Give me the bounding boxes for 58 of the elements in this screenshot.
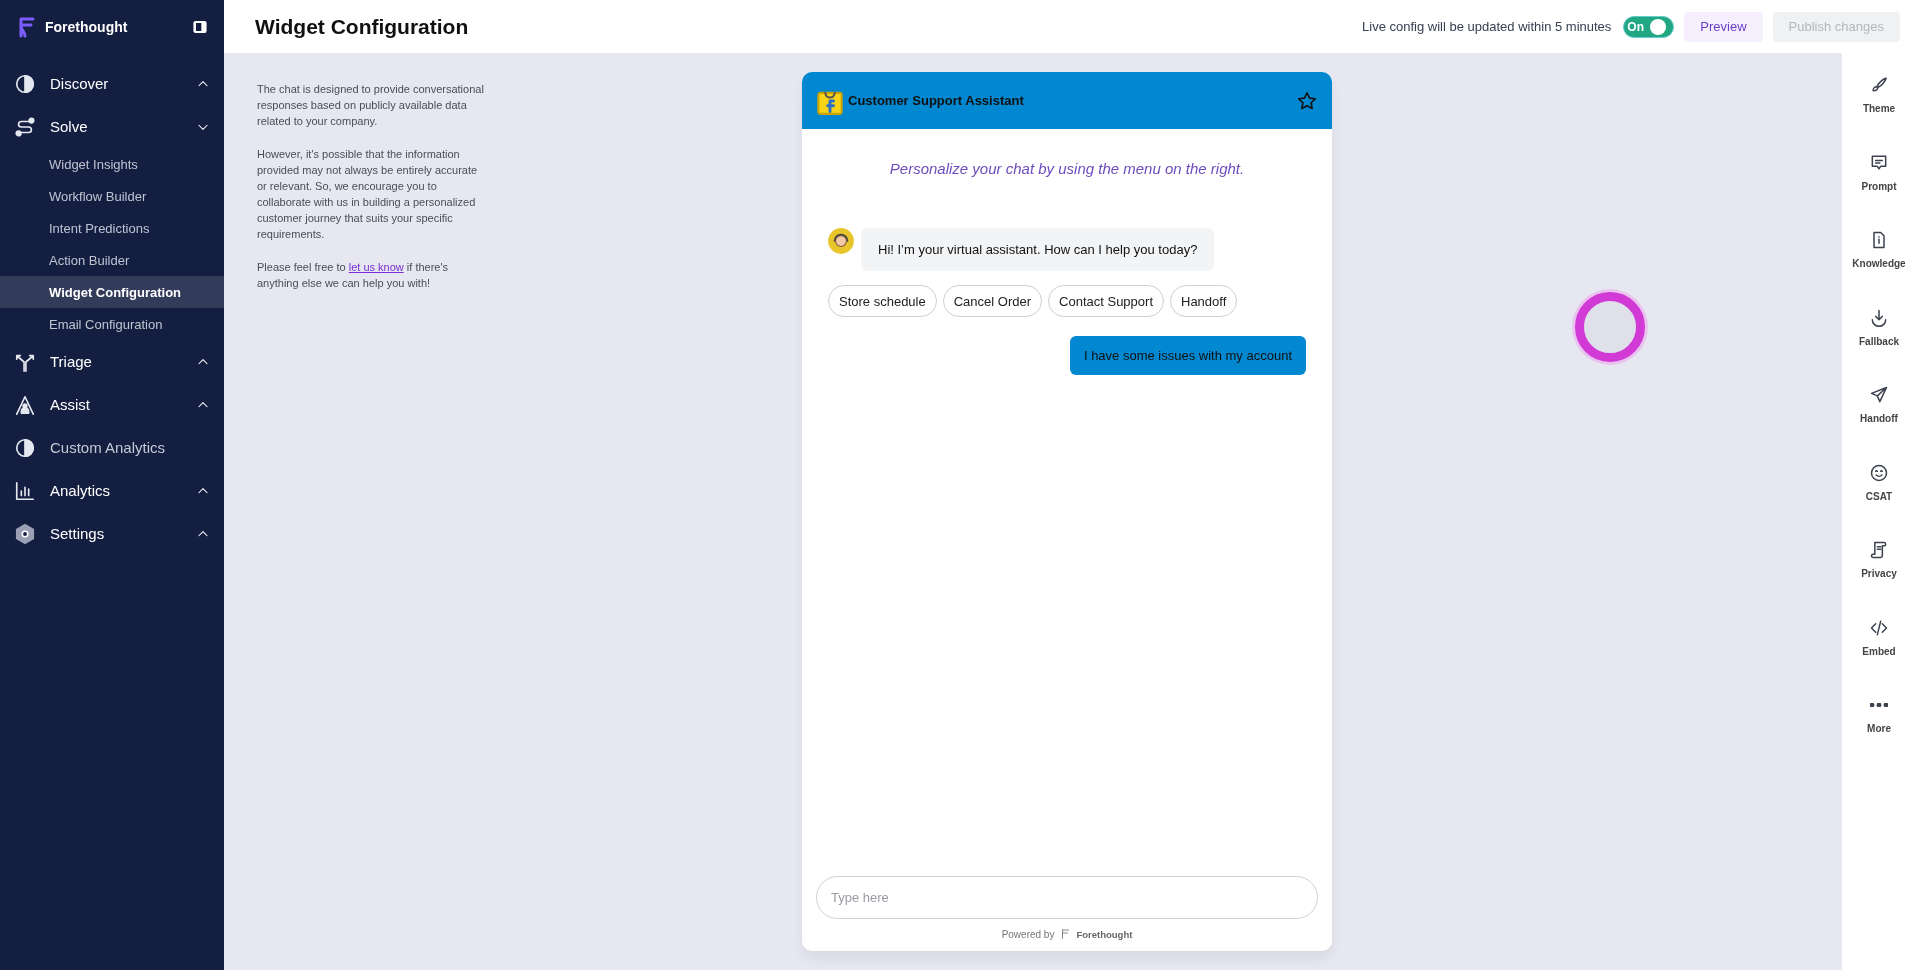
- info-paragraph: Please feel free to let us know if there's anything else we can help you with!: [257, 260, 450, 291]
- rail-tab[interactable]: CSAT: [1842, 462, 1916, 540]
- half-circle-icon: [14, 72, 36, 95]
- nav-item[interactable]: Solve: [0, 105, 224, 148]
- rail-tab[interactable]: Prompt: [1842, 152, 1916, 230]
- nodes-icon: [14, 115, 36, 138]
- nav-subitem[interactable]: Action Builder: [0, 244, 224, 276]
- brush-icon: [1869, 75, 1889, 95]
- rail-tab[interactable]: Embed: [1842, 617, 1916, 695]
- brand-name: Forethought: [1076, 928, 1133, 940]
- nav-item[interactable]: Discover: [0, 62, 224, 105]
- page-title: Widget Configuration: [255, 14, 470, 39]
- click-indicator: [1575, 292, 1645, 362]
- more-icon: [1870, 703, 1888, 707]
- bar-chart-icon: [14, 479, 36, 502]
- rail-tab[interactable]: Fallback: [1842, 307, 1916, 385]
- quick-reply-button[interactable]: Handoff: [1170, 285, 1238, 317]
- nav-subitem[interactable]: Widget Configuration: [0, 276, 224, 308]
- info-paragraph: The chat is designed to provide conversational responses based on publicly available data related to your company.: [257, 82, 484, 129]
- half-circle-icon: [14, 436, 36, 459]
- rail-tab[interactable]: Handoff: [1842, 385, 1916, 463]
- paper-plane-icon: [1869, 385, 1889, 405]
- rail-tab[interactable]: More: [1842, 695, 1916, 773]
- person-triangle-icon: [14, 393, 36, 416]
- hexagon-gear-icon: [14, 522, 36, 545]
- star-icon[interactable]: [1296, 89, 1318, 112]
- message-input[interactable]: Type here: [816, 876, 1318, 919]
- scroll-icon: [1869, 540, 1889, 560]
- chat-title: Customer Support Assistant: [848, 93, 1025, 108]
- agent-avatar-icon: [828, 228, 854, 254]
- info-paragraph: However, it's possible that the information provided may not always be entirely accurate or relevant. So, we encourage you to collaborate with us in building a personalized customer journey that suits your specific requirements.: [257, 147, 479, 242]
- contact-link[interactable]: let us know: [348, 261, 404, 273]
- rail-tab[interactable]: Privacy: [1842, 540, 1916, 618]
- nav-item[interactable]: Custom Analytics: [0, 426, 224, 469]
- smiley-icon: [1869, 462, 1889, 483]
- nav-subitem[interactable]: Workflow Builder: [0, 180, 224, 212]
- rail-tab[interactable]: Knowledge: [1842, 230, 1916, 308]
- powered-by-text: Powered by: [1001, 928, 1055, 940]
- bot-message: Hi! I’m your virtual assistant. How can I help you today?: [861, 228, 1215, 271]
- quick-reply-button[interactable]: Contact Support: [1048, 285, 1164, 317]
- nav-subitem[interactable]: Email Configuration: [0, 308, 224, 340]
- chat-hint: Personalize your chat by using the menu on the right.: [888, 160, 1246, 177]
- logo-icon: [1059, 927, 1072, 941]
- nav-item[interactable]: Settings: [0, 512, 224, 555]
- rail-tab[interactable]: Theme: [1842, 75, 1916, 153]
- download-icon: [1869, 307, 1889, 328]
- nav-item[interactable]: Triage: [0, 340, 224, 383]
- nav-item[interactable]: Assist: [0, 383, 224, 426]
- quick-reply-button[interactable]: Store schedule: [828, 285, 937, 317]
- nav-subitem[interactable]: Widget Insights: [0, 148, 224, 180]
- user-message: I have some issues with my account: [1069, 336, 1306, 375]
- sidebar-toggle-icon[interactable]: [192, 19, 208, 35]
- status-note: Live config will be updated within 5 minutes: [1362, 19, 1612, 34]
- brand-name: Forethought: [45, 19, 129, 35]
- nav-item[interactable]: Analytics: [0, 469, 224, 512]
- preview-button[interactable]: Preview: [1684, 11, 1763, 42]
- quick-reply-button[interactable]: Cancel Order: [942, 285, 1043, 317]
- nav-subitem[interactable]: Intent Predictions: [0, 212, 224, 244]
